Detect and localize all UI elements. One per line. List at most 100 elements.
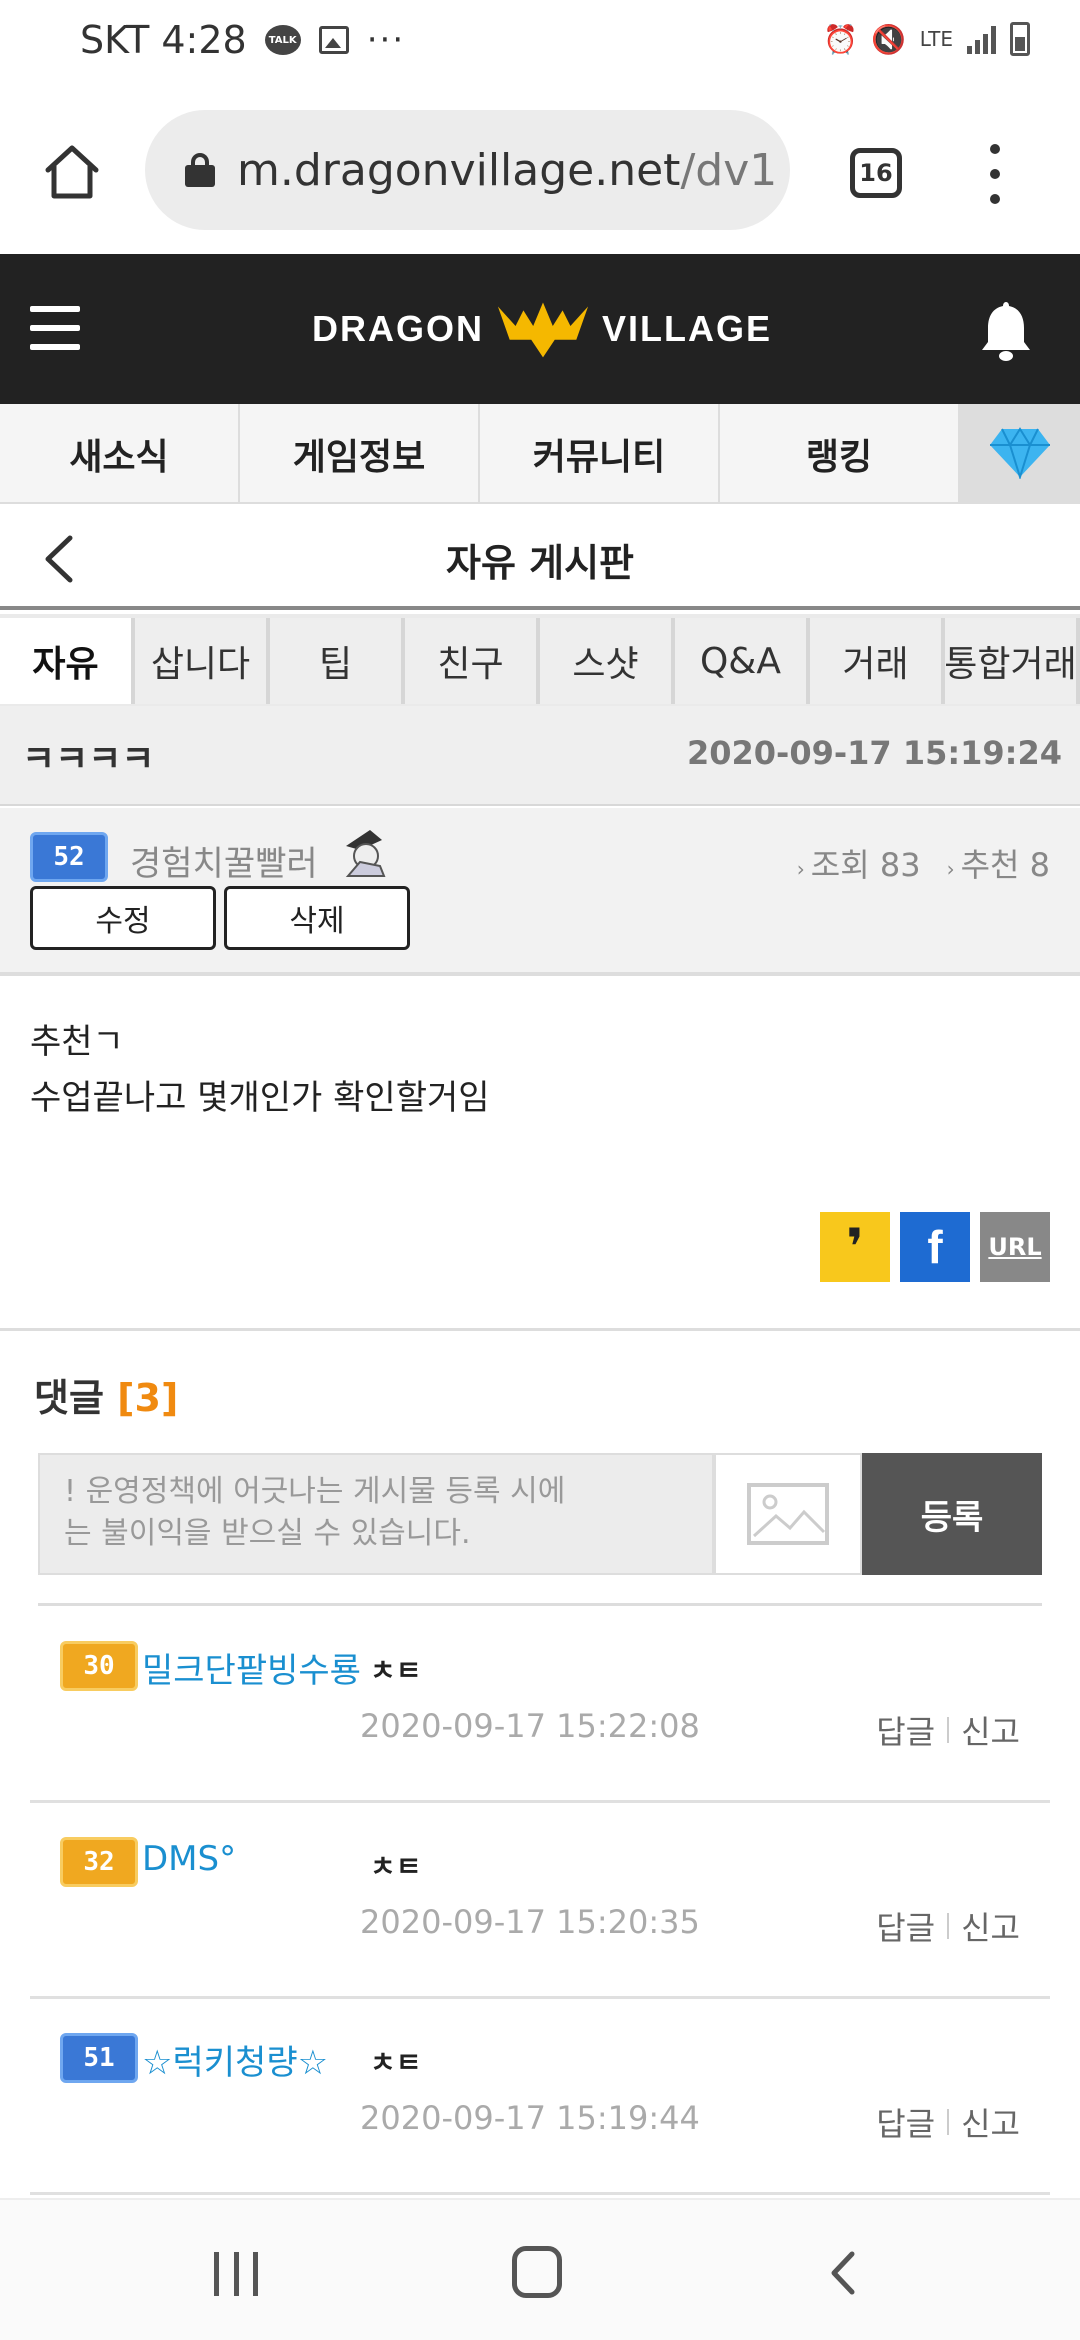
comment-text: ㅊㅌ <box>370 2046 422 2079</box>
gallery-icon <box>318 26 349 54</box>
comment-actions: 답글 신고 <box>876 2099 1020 2145</box>
status-right: ⏰ 🔇 LTE <box>823 22 1030 56</box>
author-avatar <box>345 830 386 877</box>
comment-heading: 댓글 [3] <box>34 1367 178 1422</box>
post-date: 2020-09-17 15:19:24 <box>686 734 1062 772</box>
signal-icon <box>967 24 996 54</box>
comment-section: 댓글 [3] ! 운영정책에 어긋나는 게시물 등록 시에 는 불이익을 받으실… <box>0 1328 1080 2198</box>
report-button[interactable]: 신고 <box>961 1707 1020 1753</box>
lte-indicator: LTE <box>919 27 953 51</box>
author-bar: 52 경험치꿀빨러 › 조회 83 › 추천 8 수정 삭제 <box>0 808 1080 976</box>
comment-actions: 답글 신고 <box>876 1903 1020 1949</box>
system-nav-bar <box>0 2198 1080 2340</box>
hamburger-menu-icon[interactable] <box>30 306 80 350</box>
back-icon[interactable] <box>826 2250 860 2296</box>
comment-heading-label: 댓글 <box>34 1376 104 1420</box>
diamond-icon <box>990 427 1050 479</box>
divider <box>38 1603 1042 1606</box>
site-logo[interactable]: DRAGON VILLAGE <box>312 296 772 362</box>
comment-input[interactable]: ! 운영정책에 어긋나는 게시물 등록 시에 는 불이익을 받으실 수 있습니다… <box>38 1453 714 1575</box>
reply-button[interactable]: 답글 <box>876 2099 935 2145</box>
mute-icon: 🔇 <box>871 22 907 56</box>
separator <box>947 1717 950 1743</box>
nav-community[interactable]: 커뮤니티 <box>480 404 720 504</box>
category-tab-trade[interactable]: 거래 <box>810 618 945 704</box>
views-stat: › 조회 83 <box>797 840 921 886</box>
comment-count: [3] <box>117 1376 179 1420</box>
share-buttons: ❜ f URL <box>820 1212 1050 1282</box>
comment-time: 2020-09-17 15:22:08 <box>360 1707 700 1745</box>
post-body: 추천ㄱ 수업끝나고 몇개인가 확인할거임 ❜ f URL <box>0 978 1080 1328</box>
status-left: SKT 4:28 TALK ··· <box>80 18 405 62</box>
comment-text: ㅊㅌ <box>370 1850 422 1883</box>
category-tab-friend[interactable]: 친구 <box>405 618 540 704</box>
url-path: /dv1 <box>680 144 778 196</box>
alarm-icon: ⏰ <box>823 22 859 56</box>
reply-button[interactable]: 답글 <box>876 1903 935 1949</box>
carrier-time: SKT 4:28 <box>80 18 247 62</box>
board-title-bar: 자유 게시판 <box>0 506 1080 610</box>
comment-author[interactable]: DMS° <box>142 1839 236 1879</box>
logo-text-right: VILLAGE <box>601 308 772 349</box>
home-button-icon[interactable] <box>512 2246 562 2298</box>
category-tab-qa[interactable]: Q&A <box>675 618 810 704</box>
report-button[interactable]: 신고 <box>961 2099 1020 2145</box>
comment-item: 32 DMS° ㅊㅌ 2020-09-17 15:20:35 답글 신고 <box>30 1803 1050 1999</box>
nav-news[interactable]: 새소식 <box>0 404 240 504</box>
home-icon[interactable] <box>40 140 104 204</box>
comment-time: 2020-09-17 15:20:35 <box>360 1903 700 1941</box>
recommend-stat: › 추천 8 <box>947 840 1050 886</box>
more-notifications-icon: ··· <box>366 20 406 60</box>
post-body-line: 수업끝나고 몇개인가 확인할거임 <box>30 1078 490 1118</box>
battery-icon <box>1010 22 1030 56</box>
nav-gem[interactable] <box>960 404 1080 502</box>
category-tab-integrated-trade[interactable]: 통합거래 <box>944 618 1080 704</box>
chevron-right-icon: › <box>946 857 955 881</box>
reply-button[interactable]: 답글 <box>876 1707 935 1753</box>
kakao-share-icon[interactable]: ❜ <box>820 1212 890 1282</box>
delete-button[interactable]: 삭제 <box>224 886 410 950</box>
attach-image-button[interactable] <box>714 1453 862 1575</box>
url-text[interactable]: m.dragonvillage.net/dv1 <box>237 145 777 196</box>
comment-author[interactable]: 밀크단팥빙수룡 <box>142 1643 361 1692</box>
status-bar: SKT 4:28 TALK ··· ⏰ 🔇 LTE <box>0 0 1080 88</box>
logo-text-left: DRAGON <box>312 308 484 349</box>
site-header: DRAGON VILLAGE <box>0 254 1080 404</box>
comment-form: ! 운영정책에 어긋나는 게시물 등록 시에 는 불이익을 받으실 수 있습니다… <box>38 1453 1042 1575</box>
nav-game-info[interactable]: 게임정보 <box>240 404 480 504</box>
views-count: 조회 83 <box>810 846 921 884</box>
dragon-emblem-icon <box>497 302 589 358</box>
author-name[interactable]: 경험치꿀빨러 <box>130 836 318 885</box>
browser-menu-icon[interactable] <box>980 144 1010 204</box>
board-title: 자유 게시판 <box>445 541 635 585</box>
recent-apps-icon[interactable] <box>214 2252 258 2296</box>
bell-icon[interactable] <box>978 298 1034 362</box>
comment-level-badge: 30 <box>60 1641 138 1691</box>
url-domain: m.dragonvillage.net <box>237 144 681 196</box>
comment-author[interactable]: ☆럭키청량☆ <box>142 2035 328 2084</box>
nav-ranking[interactable]: 랭킹 <box>720 404 960 504</box>
category-tab-buy[interactable]: 삽니다 <box>135 618 270 704</box>
category-tab-tip[interactable]: 팁 <box>270 618 405 704</box>
comment-actions: 답글 신고 <box>876 1707 1020 1753</box>
edit-button[interactable]: 수정 <box>30 886 216 950</box>
comment-time: 2020-09-17 15:19:44 <box>360 2099 700 2137</box>
facebook-share-icon[interactable]: f <box>900 1212 970 1282</box>
separator <box>947 2109 950 2135</box>
comment-submit-button[interactable]: 등록 <box>862 1453 1042 1575</box>
comment-level-badge: 32 <box>60 1837 138 1887</box>
comment-item: 51 ☆럭키청량☆ ㅊㅌ 2020-09-17 15:19:44 답글 신고 <box>30 1999 1050 2195</box>
address-bar[interactable]: m.dragonvillage.net/dv1 <box>145 110 790 230</box>
url-share-icon[interactable]: URL <box>980 1212 1050 1282</box>
browser-toolbar: m.dragonvillage.net/dv1 16 <box>0 88 1080 254</box>
image-icon <box>747 1483 829 1545</box>
comment-text: ㅊㅌ <box>370 1654 422 1687</box>
comment-level-badge: 51 <box>60 2033 138 2083</box>
category-tab-free[interactable]: 자유 <box>0 618 135 704</box>
report-button[interactable]: 신고 <box>961 1903 1020 1949</box>
post-header: ㅋㅋㅋㅋ 2020-09-17 15:19:24 <box>0 706 1080 806</box>
separator <box>947 1913 950 1939</box>
tab-switcher-button[interactable]: 16 <box>850 148 902 198</box>
recommend-count: 추천 8 <box>960 846 1050 884</box>
category-tab-screenshot[interactable]: 스샷 <box>540 618 675 704</box>
